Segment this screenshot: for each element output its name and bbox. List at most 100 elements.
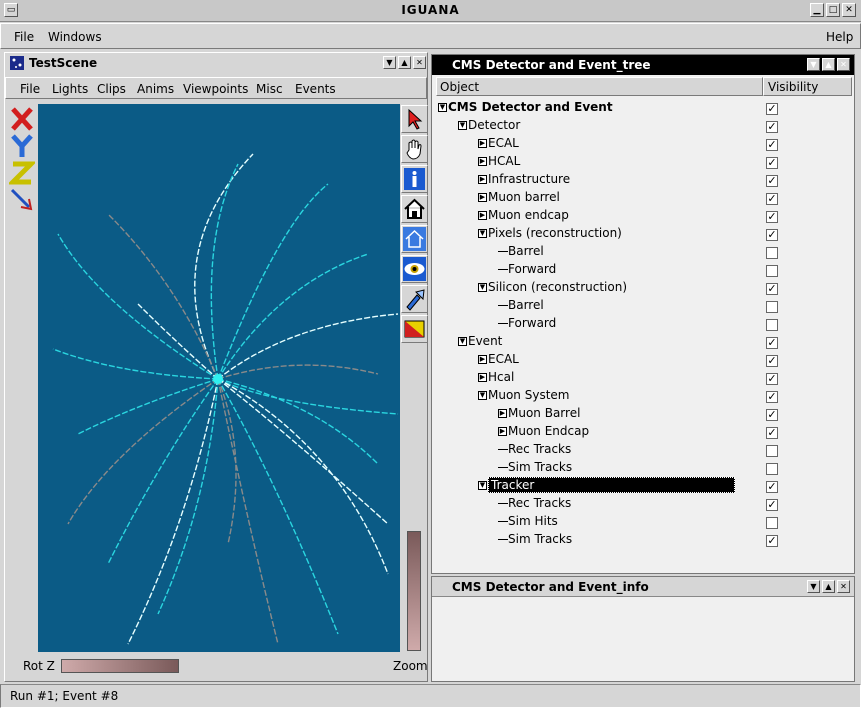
home-button[interactable]	[401, 195, 428, 223]
menu-windows[interactable]: Windows	[48, 30, 102, 44]
scene-close-icon[interactable]: ✕	[413, 56, 426, 69]
info-button[interactable]	[401, 165, 428, 193]
tree-row[interactable]: ▶ Muon Barrel	[498, 406, 580, 424]
tree-row[interactable]: Sim Tracks	[498, 532, 572, 550]
tree-row[interactable]: ▼ Tracker	[478, 477, 736, 496]
scene-menu-lights[interactable]: Lights	[52, 82, 88, 96]
collapse-icon[interactable]: ▼	[458, 337, 467, 346]
minimize-icon[interactable]: ▁	[810, 3, 824, 17]
view-mode-button[interactable]	[401, 135, 428, 163]
visibility-checkbox[interactable]: ✓	[766, 535, 778, 547]
tree-row[interactable]: ▶ Muon endcap	[478, 208, 569, 226]
visibility-checkbox[interactable]: ✓	[766, 139, 778, 151]
scene-menu-anims[interactable]: Anims	[137, 82, 174, 96]
visibility-checkbox[interactable]: ✓	[766, 355, 778, 367]
expand-icon[interactable]: ▶	[478, 193, 487, 202]
zoom-wheel[interactable]	[407, 531, 421, 651]
visibility-checkbox[interactable]: ✓	[766, 337, 778, 349]
pick-arrow-button[interactable]	[9, 187, 35, 213]
tree-row[interactable]: Rec Tracks	[498, 496, 571, 514]
scene-menu-misc[interactable]: Misc	[256, 82, 283, 96]
visibility-checkbox[interactable]	[766, 265, 778, 277]
scene-menu-clips[interactable]: Clips	[97, 82, 126, 96]
tree-row[interactable]: ▼ Detector	[458, 118, 520, 136]
tree-row[interactable]: Sim Hits	[498, 514, 558, 532]
y-axis-button[interactable]	[9, 133, 35, 159]
rot-z-wheel[interactable]	[61, 659, 179, 673]
visibility-checkbox[interactable]	[766, 463, 778, 475]
collapse-icon[interactable]: ▼	[478, 283, 487, 292]
visibility-checkbox[interactable]: ✓	[766, 409, 778, 421]
set-home-button[interactable]	[401, 225, 428, 253]
scene-menu-events[interactable]: Events	[295, 82, 336, 96]
expand-icon[interactable]: ▶	[478, 157, 487, 166]
tree-row[interactable]: ▼ CMS Detector and Event	[438, 100, 613, 118]
maximize-icon[interactable]: □	[826, 3, 840, 17]
tree-row[interactable]: Rec Tracks	[498, 442, 571, 460]
visibility-checkbox[interactable]	[766, 445, 778, 457]
info-close-icon[interactable]: ✕	[837, 580, 850, 593]
visibility-checkbox[interactable]: ✓	[766, 121, 778, 133]
expand-icon[interactable]: ▶	[498, 427, 507, 436]
tree-row[interactable]: ▶ ECAL	[478, 352, 519, 370]
tree-row[interactable]: Barrel	[498, 244, 544, 262]
visibility-checkbox[interactable]: ✓	[766, 427, 778, 439]
tree-minimize-icon[interactable]: ▼	[807, 58, 820, 71]
x-axis-button[interactable]	[9, 106, 35, 132]
visibility-checkbox[interactable]: ✓	[766, 157, 778, 169]
scene-minimize-icon[interactable]: ▼	[383, 56, 396, 69]
tree-row[interactable]: ▼ Pixels (reconstruction)	[478, 226, 622, 244]
expand-icon[interactable]: ▶	[478, 175, 487, 184]
tree-row[interactable]: ▶ Hcal	[478, 370, 514, 388]
tree-row[interactable]: ▼ Event	[458, 334, 502, 352]
collapse-icon[interactable]: ▼	[458, 121, 467, 130]
tree-row[interactable]: Sim Tracks	[498, 460, 572, 478]
expand-icon[interactable]: ▶	[478, 211, 487, 220]
collapse-icon[interactable]: ▼	[478, 481, 487, 490]
expand-icon[interactable]: ▶	[478, 373, 487, 382]
visibility-checkbox[interactable]: ✓	[766, 229, 778, 241]
column-visibility[interactable]: Visibility	[763, 77, 852, 96]
3d-viewer[interactable]	[38, 104, 400, 652]
scene-menu-viewpoints[interactable]: Viewpoints	[183, 82, 248, 96]
menu-help[interactable]: Help	[826, 30, 853, 44]
visibility-checkbox[interactable]: ✓	[766, 283, 778, 295]
view-all-button[interactable]	[401, 255, 428, 283]
visibility-checkbox[interactable]: ✓	[766, 373, 778, 385]
tree-row[interactable]: ▼ Silicon (reconstruction)	[478, 280, 627, 298]
collapse-icon[interactable]: ▼	[438, 103, 447, 112]
tree-row[interactable]: ▶ Muon Endcap	[498, 424, 589, 442]
visibility-checkbox[interactable]	[766, 319, 778, 331]
info-maximize-icon[interactable]: ▲	[822, 580, 835, 593]
visibility-checkbox[interactable]: ✓	[766, 193, 778, 205]
tree-row[interactable]: Forward	[498, 316, 556, 334]
visibility-checkbox[interactable]: ✓	[766, 211, 778, 223]
scene-maximize-icon[interactable]: ▲	[398, 56, 411, 69]
toggle-camera-button[interactable]	[401, 315, 428, 343]
visibility-checkbox[interactable]	[766, 301, 778, 313]
tree-row[interactable]: ▶ HCAL	[478, 154, 520, 172]
visibility-checkbox[interactable]	[766, 517, 778, 529]
tree-row[interactable]: ▶ ECAL	[478, 136, 519, 154]
menu-file[interactable]: File	[14, 30, 34, 44]
expand-icon[interactable]: ▶	[478, 139, 487, 148]
select-mode-button[interactable]	[401, 105, 428, 133]
info-minimize-icon[interactable]: ▼	[807, 580, 820, 593]
tree-row[interactable]: ▼ Muon System	[478, 388, 569, 406]
close-icon[interactable]: ✕	[842, 3, 856, 17]
tree-row[interactable]: Forward	[498, 262, 556, 280]
visibility-checkbox[interactable]: ✓	[766, 175, 778, 187]
scene-menu-file[interactable]: File	[20, 82, 40, 96]
tree-row[interactable]: Barrel	[498, 298, 544, 316]
collapse-icon[interactable]: ▼	[478, 391, 487, 400]
visibility-checkbox[interactable]: ✓	[766, 391, 778, 403]
collapse-icon[interactable]: ▼	[478, 229, 487, 238]
expand-icon[interactable]: ▶	[478, 355, 487, 364]
tree-row[interactable]: ▶ Muon barrel	[478, 190, 560, 208]
visibility-checkbox[interactable]: ✓	[766, 481, 778, 493]
seek-button[interactable]	[401, 285, 428, 313]
tree-maximize-icon[interactable]: ▲	[822, 58, 835, 71]
column-object[interactable]: Object	[436, 77, 763, 96]
visibility-checkbox[interactable]: ✓	[766, 499, 778, 511]
tree-close-icon[interactable]: ✕	[837, 58, 850, 71]
